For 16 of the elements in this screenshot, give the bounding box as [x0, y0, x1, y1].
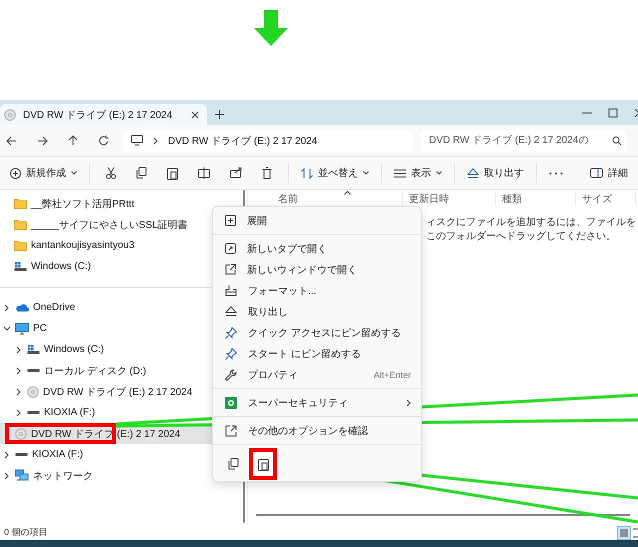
address-path: DVD RW ドライブ (E:) 2 17 2024: [168, 134, 318, 148]
sidebar-item[interactable]: ネットワーク: [0, 465, 247, 486]
column-header[interactable]: サイズ: [576, 192, 636, 206]
sort-button[interactable]: 並べ替え: [297, 163, 373, 183]
shortcut-text: Alt+Enter: [374, 370, 411, 380]
empty-folder-message: ィスクにファイルを追加するには、ファイルをこのフォルダーへドラッグしてください。: [426, 216, 637, 244]
search-field[interactable]: DVD RW ドライブ (E:) 2 17 2024の: [421, 130, 626, 152]
column-header[interactable]: 種類: [496, 192, 576, 206]
eject-button[interactable]: 取り出す: [463, 163, 528, 183]
address-bar[interactable]: DVD RW ドライブ (E:) 2 17 2024: [123, 130, 413, 152]
view-button[interactable]: 表示: [390, 163, 446, 183]
new-button[interactable]: 新規作成: [6, 163, 81, 183]
tab[interactable]: DVD RW ドライブ (E:) 2 17 2024: [0, 104, 208, 125]
status-text: 0 個の項目: [4, 526, 48, 539]
sidebar-item[interactable]: KIOXIA (F:): [0, 444, 247, 465]
details-button[interactable]: 詳細: [586, 163, 632, 183]
